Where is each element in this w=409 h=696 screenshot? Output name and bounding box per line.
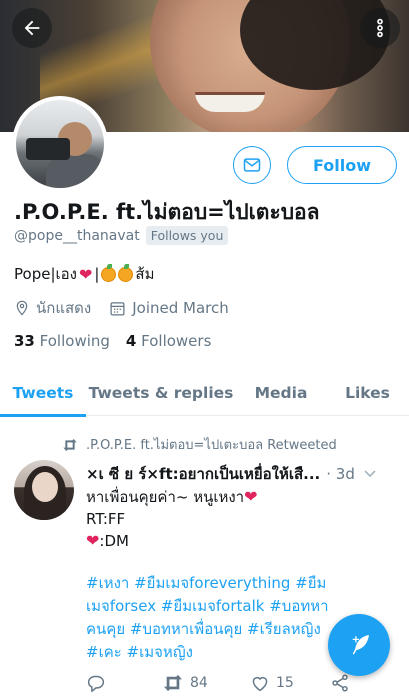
compose-tweet-button[interactable] <box>328 614 390 676</box>
location: นักแสดง <box>14 296 91 320</box>
profile-avatar[interactable] <box>12 96 108 192</box>
display-name: .P.O.P.E. ft.ไม่ตอบ=ไปเตะบอล <box>14 200 320 224</box>
retweet-text: .P.O.P.E. ft.ไม่ตอบ=ไปเตะบอล Retweeted <box>86 438 337 453</box>
tweet-author-avatar[interactable] <box>14 460 74 520</box>
joined-date: Joined March <box>109 299 229 317</box>
tweet-text: หาเพื่อนคุยค่า~ หนูเหงา❤ RT:FF ❤:DM <box>86 486 336 552</box>
location-pin-icon <box>16 300 28 316</box>
profile-meta: นักแสดง Joined March <box>14 296 229 320</box>
following-count: 33 <box>14 332 35 350</box>
tab-tweets[interactable]: Tweets <box>0 370 86 417</box>
tab-tweets-replies[interactable]: Tweets & replies <box>86 370 236 416</box>
follows-you-badge: Follows you <box>145 226 229 245</box>
calendar-icon <box>110 301 125 316</box>
tweet-line: หาเพื่อนคุยค่า~ หนูเหงา❤ <box>86 486 336 508</box>
handle: @pope__thanavat <box>14 227 140 244</box>
following-link[interactable]: 33 Following <box>14 332 110 350</box>
tweet-actions: 84 15 <box>86 674 386 692</box>
share-button[interactable] <box>330 674 350 692</box>
tweet-hashtags[interactable]: #เหงา #ยืมเมจforeverything #ยืมเมจforsex… <box>86 572 336 664</box>
red-heart-icon: ❤ <box>244 487 258 506</box>
handle-row: @pope__thanavat Follows you <box>14 226 229 245</box>
compose-feather-icon <box>352 635 369 655</box>
retweet-icon <box>164 674 182 692</box>
bio-separator: | <box>94 265 100 283</box>
location-text: นักแสดง <box>36 299 92 317</box>
back-arrow-icon <box>24 20 40 36</box>
envelope-icon <box>243 158 261 172</box>
bio-text-end: ส้ม <box>135 265 155 283</box>
tweet-line-text: :DM <box>99 532 129 550</box>
avatar-camera <box>26 138 70 160</box>
heart-outline-icon <box>252 676 268 692</box>
following-label: Following <box>39 332 110 350</box>
avatar-face <box>32 472 58 502</box>
bio: Pope|เอง ❤ | ส้ม <box>14 262 154 286</box>
retweet-count: 84 <box>190 675 208 691</box>
message-button[interactable] <box>233 146 271 184</box>
like-button[interactable]: 15 <box>250 674 330 692</box>
tab-media[interactable]: Media <box>236 370 326 416</box>
followers-count: 4 <box>125 332 137 350</box>
banner-smile <box>195 92 265 112</box>
tangerine-icon <box>101 263 117 282</box>
tweet-line: ❤:DM <box>86 530 336 552</box>
red-heart-icon: ❤ <box>78 264 93 284</box>
reply-icon <box>87 675 105 692</box>
profile-tabs: Tweets Tweets & replies Media Likes <box>0 370 409 417</box>
retweet-icon <box>63 438 77 451</box>
back-button[interactable] <box>12 8 52 48</box>
tweet-author-name[interactable]: ×เ ซี ย ร์×ft:อยากเป็นเหยื่อให้เสื... <box>86 462 320 486</box>
tweet-timestamp: · 3d <box>326 465 355 483</box>
like-count: 15 <box>276 675 294 691</box>
retweet-context: .P.O.P.E. ft.ไม่ตอบ=ไปเตะบอล Retweeted <box>62 434 337 455</box>
more-options-button[interactable] <box>360 8 400 48</box>
followers-link[interactable]: 4 Followers <box>126 332 211 350</box>
retweet-button[interactable]: 84 <box>162 674 250 692</box>
tweet-line: RT:FF <box>86 510 126 528</box>
joined-text: Joined March <box>132 299 229 317</box>
follow-button[interactable]: Follow <box>287 146 397 184</box>
bio-text-start: Pope|เอง <box>14 265 77 283</box>
tangerine-icon <box>118 263 134 282</box>
tab-likes[interactable]: Likes <box>326 370 409 416</box>
tweet-header: ×เ ซี ย ร์×ft:อยากเป็นเหยื่อให้เสื... · … <box>86 462 398 486</box>
chevron-down-icon[interactable] <box>363 469 377 479</box>
followers-label: Followers <box>141 332 212 350</box>
share-icon <box>332 674 348 692</box>
follow-counts: 33 Following 4 Followers <box>14 332 211 350</box>
reply-button[interactable] <box>86 674 162 692</box>
vertical-dots-icon <box>377 18 383 38</box>
tweet-line-text: หาเพื่อนคุยค่า~ หนูเหงา <box>86 488 245 506</box>
red-heart-icon: ❤ <box>86 531 100 550</box>
